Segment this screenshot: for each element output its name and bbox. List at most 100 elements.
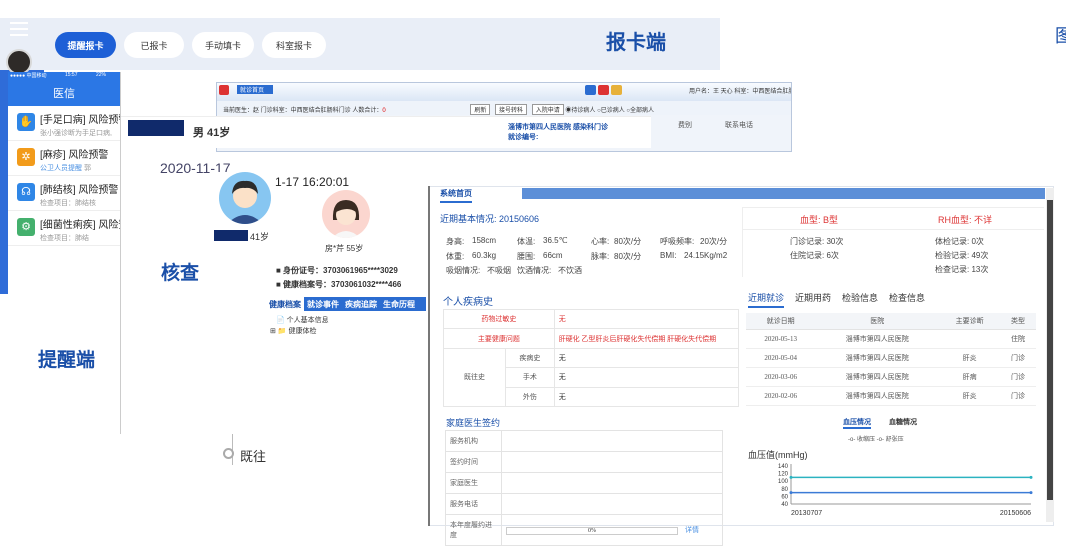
admission-button[interactable]: 入院申请 xyxy=(531,104,564,115)
health-record-number: ■ 健康档案号：3703061032****466 xyxy=(276,280,402,289)
tree-item-basic-info[interactable]: 📄 个人基本信息 xyxy=(276,315,329,325)
tab-manual-fill[interactable]: 手动填卡 xyxy=(192,32,254,58)
data-point xyxy=(1029,475,1033,479)
label-waist: 腰围: xyxy=(517,252,536,261)
patient-age: 41岁 xyxy=(250,232,270,242)
visit-type: 门诊 xyxy=(1000,367,1036,387)
lab-count: 检验记录: 49次 xyxy=(935,251,989,260)
label-smoking: 吸烟情况: xyxy=(446,266,481,275)
bp-legend: -o- 收缩压 -o- 舒张压 xyxy=(848,437,904,443)
alert-title: [肺结核] 风险预警 xyxy=(40,185,119,196)
visit-hospital: 淄博市第四人民医院 xyxy=(815,329,940,349)
patient-name-age: 房*芹 55岁 xyxy=(325,244,364,253)
injury-value: 无 xyxy=(553,386,740,408)
alert-subtitle-highlight: 公卫人员提醒 xyxy=(40,165,82,172)
patient-filter-radios[interactable]: ◉待诊病人 ○已诊病人 ○全部病人 xyxy=(565,108,654,114)
timeline-entry[interactable]: 既往 xyxy=(240,446,266,465)
tab-disease-tracking[interactable]: 疾病追踪 xyxy=(342,297,380,311)
tab-recent-meds[interactable]: 近期用药 xyxy=(795,291,831,308)
tab-blood-pressure[interactable]: 血压情况 xyxy=(843,417,871,429)
mobile-title: 医信 xyxy=(8,82,120,106)
tab-remind-report[interactable]: 提醒报卡 xyxy=(55,32,116,58)
exam-count: 检查记录: 13次 xyxy=(935,265,989,274)
id-number: ■ 身份证号：3703061965****3029 xyxy=(276,266,398,275)
window-header: 就诊首页 用户名：王 天心 科室：中西医结合肛肠科门诊 xyxy=(217,83,791,101)
tab-lab-info[interactable]: 检验信息 xyxy=(842,291,878,308)
alert-subtitle: 检查项目：肺结核 xyxy=(40,200,96,207)
settings-icon: ⚙ xyxy=(17,218,35,236)
value-resp: 20次/分 xyxy=(700,237,728,246)
progress-bar: 0% xyxy=(506,527,678,535)
inpatient-count: 住院记录: 6次 xyxy=(790,251,839,260)
value-pulse: 80次/分 xyxy=(614,252,642,261)
table-row[interactable]: 2020-05-13 淄博市第四人民医院 住院 xyxy=(746,329,1036,349)
y-tick-label: 100 xyxy=(778,479,789,485)
mobile-status-bar: ●●●●● 中国移动 15:57 22% xyxy=(8,72,120,82)
value-smoking: 不吸烟 xyxy=(487,266,511,275)
label-heart-rate: 心率: xyxy=(591,237,610,246)
monitor-icon[interactable] xyxy=(585,85,596,95)
details-link[interactable]: 详情 xyxy=(685,526,699,534)
label-height: 身高: xyxy=(446,237,465,246)
data-point xyxy=(789,475,793,479)
transfer-button[interactable]: 接号转科 xyxy=(495,104,528,115)
disease-history-table: 药物过敏史 无 主要健康问题 肝硬化 乙型肝炎后肝硬化失代偿期 肝硬化失代偿期 … xyxy=(443,308,740,408)
data-point xyxy=(789,491,793,495)
tab-blood-sugar[interactable]: 血糖情况 xyxy=(889,417,917,429)
tab-exam-info[interactable]: 检查信息 xyxy=(889,291,925,308)
family-doctor-title: 家庭医生签约 xyxy=(446,418,501,428)
tab-recent-visits[interactable]: 近期就诊 xyxy=(748,291,785,308)
bp-chart: 140 120100 8060 4020130707 20150606 xyxy=(778,464,1033,517)
visit-hospital: 淄博市第四人民医院 xyxy=(815,348,940,368)
y-tick-label: 120 xyxy=(778,472,789,478)
tab-visit-home[interactable]: 就诊首页 xyxy=(237,85,273,94)
tab-life-history[interactable]: 生命历程 xyxy=(380,297,418,311)
tab-dept-report[interactable]: 科室报卡 xyxy=(262,32,326,58)
main-problem-value: 肝硬化 乙型肝炎后肝硬化失代偿期 肝硬化失代偿期 xyxy=(553,328,740,349)
table-row[interactable]: 2020-05-04 淄博市第四人民医院 肝炎 门诊 xyxy=(746,348,1036,368)
tab-health-archive[interactable]: 健康档案 xyxy=(266,297,304,311)
bp-tabs: 血压情况 血糖情况 xyxy=(843,417,935,429)
scrollbar[interactable] xyxy=(1046,188,1054,522)
tree-item-checkup[interactable]: ⊞ 📁 健康体检 xyxy=(270,326,316,336)
alert-subtitle-extra: 郭 xyxy=(83,165,91,172)
tab-visit-events[interactable]: 就诊事件 xyxy=(304,297,342,311)
archive-tabs: 健康档案 就诊事件 疾病追踪 生命历程 xyxy=(266,297,426,311)
alert-title: [麻疹] 风险预警 xyxy=(40,150,109,161)
injury-label: 外伤 xyxy=(505,386,555,408)
male-avatar xyxy=(219,172,271,224)
blood-type-box xyxy=(742,207,1044,277)
alert-item-hfmd[interactable]: ✋ [手足口病] 风险预警 张小强诊断为手足口病, xyxy=(8,106,120,141)
drug-allergy-value: 无 xyxy=(553,308,740,330)
sign-time-label: 签约时间 xyxy=(445,451,502,473)
label-weight: 体重: xyxy=(446,252,465,261)
visit-date: 2020-05-04 xyxy=(746,348,816,368)
visit-hospital: 淄博市第四人民医院 xyxy=(815,367,940,387)
doctor-info: 当前医生：赵 门诊科室：中西医结合肛肠科门诊 人数合计： xyxy=(223,108,383,114)
outpatient-count: 门诊记录: 30次 xyxy=(790,237,844,246)
female-avatar xyxy=(322,190,370,238)
tab-system-home[interactable]: 系统首页 xyxy=(440,188,472,203)
menu-icon[interactable] xyxy=(10,22,28,36)
exit-icon[interactable] xyxy=(598,85,609,95)
folder-icon[interactable] xyxy=(611,85,622,95)
alert-subtitle: 检查项目：肺结 xyxy=(40,235,89,242)
alert-item-tb[interactable]: ☊ [肺结核] 风险预警 检查项目：肺结核 xyxy=(8,176,120,211)
alert-item-dysentery[interactable]: ⚙ [细菌性痢疾] 风险预警 检查项目：肺结 xyxy=(8,211,120,246)
tab-reported[interactable]: 已报卡 xyxy=(124,32,184,58)
table-row[interactable]: 2020-03-06 淄博市第四人民医院 肝病 门诊 xyxy=(746,367,1036,387)
progress-cell: 0% 详情 xyxy=(501,514,723,546)
report-end-label: 报卡端 xyxy=(606,32,666,54)
table-row[interactable]: 2020-02-06 淄博市第四人民医院 肝炎 门诊 xyxy=(746,386,1036,406)
value-temp: 36.5℃ xyxy=(543,236,568,245)
past-disease-value: 无 xyxy=(553,347,740,369)
visit-diagnosis: 肝病 xyxy=(939,367,1001,387)
past-history-label: 既往史 xyxy=(443,347,506,408)
refresh-button[interactable]: 刷新 xyxy=(470,104,491,115)
partial-label-glyph: 图 xyxy=(1055,26,1066,46)
visit-number-label: 就诊编号: xyxy=(508,134,539,141)
alert-item-measles[interactable]: ✲ [麻疹] 风险预警 公卫人员提醒 郭 xyxy=(8,141,120,176)
value-bmi: 24.15Kg/m2 xyxy=(684,251,728,260)
main-problem-label: 主要健康问题 xyxy=(443,328,555,349)
family-doctor-value xyxy=(501,472,723,494)
